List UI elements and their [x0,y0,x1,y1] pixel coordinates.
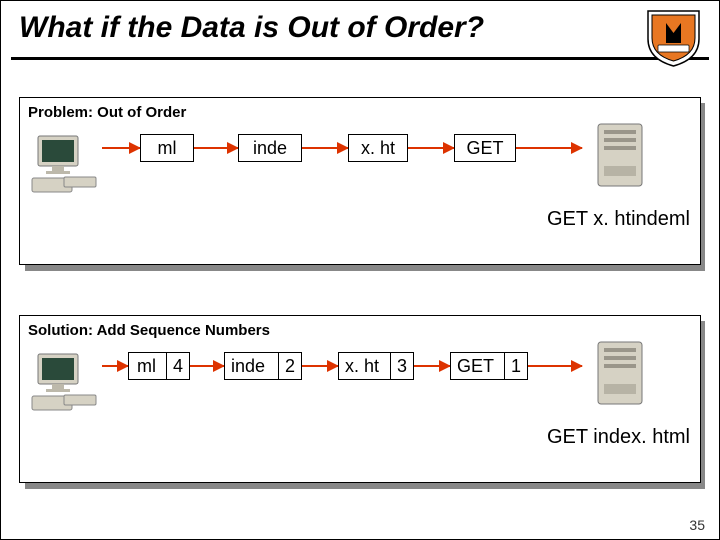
packet-seq: 4 [166,353,189,379]
arrow-icon [528,365,582,367]
arrow-icon [408,147,454,149]
packet-box: ml 4 [128,352,190,380]
solution-row: ml 4 inde 2 x. ht 3 GET 1 [30,352,690,412]
packet-text: inde [231,356,265,377]
title-area: What if the Data is Out of Order? [1,1,719,51]
packet-text: ml [158,138,177,159]
packet-box: ml [140,134,194,162]
arrow-icon [302,147,348,149]
packet-box: inde 2 [224,352,302,380]
packet-seq: 2 [278,353,301,379]
problem-panel: Problem: Out of Order ml inde x. ht GET [19,97,701,265]
title-underline [11,57,709,60]
packet-text: ml [137,356,156,377]
solution-label: Solution: Add Sequence Numbers [28,322,270,339]
problem-label: Problem: Out of Order [28,104,186,121]
arrow-icon [516,147,582,149]
packet-text: inde [253,138,287,159]
computer-icon [30,352,102,412]
arrow-icon [102,147,140,149]
arrow-icon [414,365,450,367]
packet-text: x. ht [345,356,379,377]
packet-box: x. ht 3 [338,352,414,380]
packet-box: GET 1 [450,352,528,380]
packet-box: x. ht [348,134,408,162]
packet-seq: 1 [504,353,527,379]
server-icon [590,120,650,192]
packet-text: x. ht [361,138,395,159]
packet-text: GET [466,138,503,159]
server-icon [590,338,650,410]
packet-text: GET [457,356,494,377]
princeton-logo [646,9,701,67]
slide: What if the Data is Out of Order? Proble… [0,0,720,540]
arrow-icon [190,365,224,367]
solution-result: GET index. html [547,426,690,449]
arrow-icon [102,365,128,367]
slide-title: What if the Data is Out of Order? [19,11,701,45]
packet-seq: 3 [390,353,413,379]
problem-row: ml inde x. ht GET [30,134,690,194]
arrow-icon [302,365,338,367]
packet-box: GET [454,134,516,162]
problem-result: GET x. htindeml [547,208,690,231]
packet-box: inde [238,134,302,162]
solution-panel: Solution: Add Sequence Numbers ml 4 [19,315,701,483]
computer-icon [30,134,102,194]
page-number: 35 [689,517,705,533]
arrow-icon [194,147,238,149]
